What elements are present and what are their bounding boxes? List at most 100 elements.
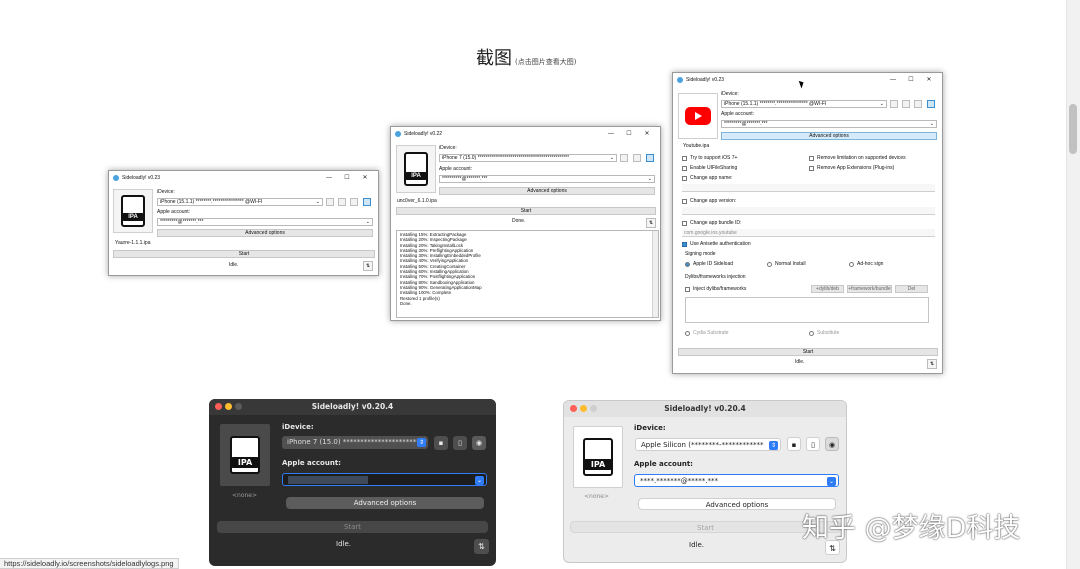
device-eye-icon[interactable]: ◉ (825, 437, 839, 451)
device-eye-icon[interactable] (363, 198, 371, 206)
device-eye-icon[interactable] (927, 100, 935, 108)
close-dot-icon[interactable] (215, 403, 222, 410)
sort-toggle-icon[interactable]: ⇅ (927, 359, 937, 369)
option-change-version[interactable]: Change app version: (682, 198, 736, 204)
page-scrollbar[interactable] (1066, 0, 1080, 569)
checkbox[interactable] (682, 175, 687, 181)
delete-button[interactable]: Del (895, 285, 928, 293)
app-version-input[interactable] (682, 207, 935, 215)
checkbox[interactable] (809, 165, 814, 171)
screenshot-window-1[interactable]: Sideloadly! v0.23 — ☐ ✕ IPA iDevice: iPh… (108, 170, 379, 276)
sign-apple-id[interactable]: Apple ID Sideload (685, 261, 733, 267)
minimize-dot-icon[interactable] (580, 405, 587, 412)
device-info-icon[interactable] (620, 154, 628, 162)
device-select[interactable]: iPhone (15.1.1) ********.***************… (721, 100, 887, 108)
apple-account-input[interactable]: *********@*******.*** ⌄ (157, 218, 373, 226)
log-scrollbar[interactable] (652, 231, 658, 317)
device-info-icon[interactable]: ▪ (787, 437, 801, 451)
checkbox[interactable] (685, 286, 690, 292)
apple-account-input[interactable]: ****.*******@*****.*** ⌄ (634, 474, 839, 487)
radio[interactable] (767, 261, 772, 267)
apple-account-input[interactable]: ⌄ (282, 473, 487, 486)
checkbox[interactable] (809, 155, 814, 161)
maximize-icon[interactable]: ☐ (620, 127, 638, 141)
checkbox[interactable] (682, 198, 687, 204)
radio[interactable] (685, 261, 690, 267)
sort-toggle-icon[interactable]: ⇅ (474, 539, 489, 554)
maximize-icon[interactable]: ☐ (338, 171, 356, 185)
start-button[interactable]: Start (678, 348, 938, 356)
checkbox[interactable] (682, 155, 687, 161)
maximize-icon[interactable]: ☐ (902, 73, 920, 87)
option-substitute[interactable]: Substitute (809, 330, 839, 336)
apple-account-input[interactable]: **********@*******.*** ⌄ (439, 175, 655, 183)
start-button[interactable]: Start (570, 521, 841, 533)
checkbox[interactable] (682, 165, 687, 171)
log-output[interactable]: Installing 15%: ExtractingPackage Instal… (396, 230, 659, 318)
ipa-drop-area[interactable]: IPA (113, 189, 153, 233)
device-refresh-icon[interactable] (902, 100, 910, 108)
screenshot-window-3[interactable]: Sideloadly! v0.23 — ☐ ✕ iDevice: iPhone … (672, 72, 943, 374)
sort-toggle-icon[interactable]: ⇅ (363, 261, 373, 271)
minimize-icon[interactable]: — (602, 127, 620, 141)
add-framework-button[interactable]: +framework/bundle (847, 285, 892, 293)
device-info-icon[interactable] (890, 100, 898, 108)
device-select[interactable]: iPhone 7 (15.0) ************************… (439, 154, 617, 162)
option-remove-limitation[interactable]: Remove limitation on supported devices (809, 155, 906, 161)
radio[interactable] (685, 330, 690, 336)
minimize-dot-icon[interactable] (225, 403, 232, 410)
option-remove-extensions[interactable]: Remove App Extensions (Plug-ins) (809, 165, 894, 171)
device-eye-icon[interactable]: ◉ (472, 436, 486, 450)
advanced-options-button[interactable]: Advanced options (286, 497, 484, 509)
radio[interactable] (809, 330, 814, 336)
screenshot-mac-dark[interactable]: Sideloadly! v0.20.4 IPA <none> iDevice: … (209, 399, 496, 566)
minimize-icon[interactable]: — (320, 171, 338, 185)
screenshot-window-2[interactable]: Sideloadly! v0.22 — ☐ ✕ IPA iDevice: iPh… (390, 126, 661, 321)
device-phone-icon[interactable] (350, 198, 358, 206)
advanced-options-button[interactable]: Advanced options (721, 132, 937, 140)
device-refresh-icon[interactable] (338, 198, 346, 206)
option-support-ios7[interactable]: Try to support iOS 7+ (682, 155, 737, 161)
radio[interactable] (849, 261, 854, 267)
device-select[interactable]: Apple Silicon (********-************ ⇕ (635, 438, 781, 451)
ipa-drop-area[interactable]: IPA (396, 145, 436, 193)
close-icon[interactable]: ✕ (356, 171, 374, 185)
ipa-drop-area[interactable] (678, 93, 718, 139)
advanced-options-button[interactable]: Advanced options (157, 229, 373, 237)
close-icon[interactable]: ✕ (638, 127, 656, 141)
start-button[interactable]: Start (113, 250, 375, 258)
device-info-icon[interactable] (326, 198, 334, 206)
device-eye-icon[interactable] (646, 154, 654, 162)
zoom-dot-icon[interactable] (590, 405, 597, 412)
device-phone-icon[interactable]: ▯ (453, 436, 467, 450)
app-name-input[interactable] (682, 184, 935, 192)
device-select[interactable]: iPhone 7 (15.0) ************************… (282, 436, 428, 449)
advanced-options-button[interactable]: Advanced options (439, 187, 655, 195)
add-dylib-button[interactable]: +dylib/deb (811, 285, 844, 293)
device-phone-icon[interactable]: ▯ (806, 437, 820, 451)
option-inject-dylibs[interactable]: Inject dylibs/frameworks (685, 286, 746, 292)
start-button[interactable]: Start (396, 207, 656, 215)
device-info-icon[interactable]: ▪ (434, 436, 448, 450)
sign-adhoc[interactable]: Ad-hoc sign (849, 261, 883, 267)
minimize-icon[interactable]: — (884, 73, 902, 87)
sort-toggle-icon[interactable]: ⇅ (646, 218, 656, 228)
start-button[interactable]: Start (217, 521, 488, 533)
close-dot-icon[interactable] (570, 405, 577, 412)
option-cydia-substrate[interactable]: Cydia Substrate (685, 330, 729, 336)
zoom-dot-icon[interactable] (235, 403, 242, 410)
bundle-id-input[interactable]: com.google.ios.youtube (682, 229, 935, 237)
checkbox[interactable] (682, 241, 687, 247)
option-change-name[interactable]: Change app name: (682, 175, 733, 181)
option-anisette[interactable]: Use Anisette authentication (682, 241, 751, 247)
device-select[interactable]: iPhone (15.1.1) ********.***************… (157, 198, 323, 206)
ipa-drop-area[interactable]: IPA (573, 426, 623, 488)
page-scrollbar-thumb[interactable] (1069, 104, 1077, 154)
device-phone-icon[interactable] (633, 154, 641, 162)
dylibs-list[interactable] (685, 297, 929, 323)
close-icon[interactable]: ✕ (920, 73, 938, 87)
option-file-sharing[interactable]: Enable UIFileSharing (682, 165, 737, 171)
ipa-drop-area[interactable]: IPA (220, 424, 270, 486)
device-phone-icon[interactable] (914, 100, 922, 108)
apple-account-input[interactable]: *********@*******.*** ⌄ (721, 120, 937, 128)
